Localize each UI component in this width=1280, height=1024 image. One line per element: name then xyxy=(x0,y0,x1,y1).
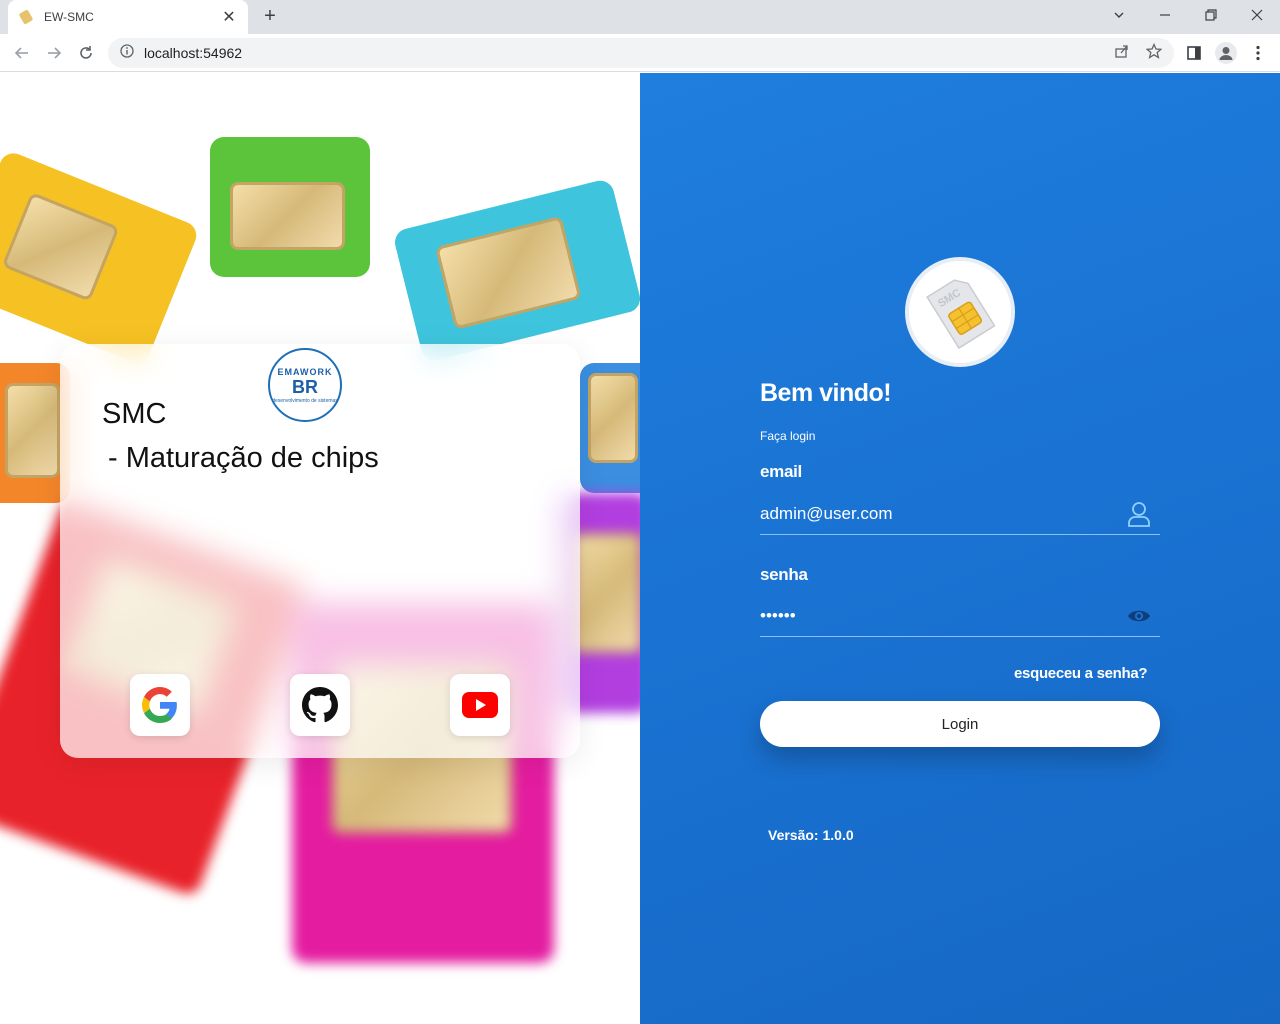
share-icon[interactable] xyxy=(1112,41,1132,61)
login-button[interactable]: Login xyxy=(760,701,1160,747)
reload-icon[interactable] xyxy=(72,39,100,67)
sim-favicon-icon xyxy=(18,9,34,25)
restore-icon[interactable] xyxy=(1188,0,1234,30)
intro-card: EMAWORK BR desenvolvimento de sistemas S… xyxy=(60,344,580,758)
bookmark-star-icon[interactable] xyxy=(1144,41,1164,61)
welcome-heading: Bem vindo! xyxy=(760,379,892,407)
user-icon xyxy=(1126,501,1152,527)
site-info-icon[interactable] xyxy=(120,43,134,63)
back-icon[interactable] xyxy=(8,39,36,67)
minimize-icon[interactable] xyxy=(1142,0,1188,30)
github-icon xyxy=(302,687,338,723)
version-text: Versão: 1.0.0 xyxy=(768,827,854,843)
url-text[interactable]: localhost:54962 xyxy=(144,45,242,61)
sim-card-icon: SMC xyxy=(926,279,996,350)
app-title: SMC - Maturação de chips xyxy=(102,392,379,480)
forgot-password-link[interactable]: esqueceu a senha? xyxy=(1014,665,1148,682)
youtube-button[interactable] xyxy=(450,674,510,736)
tab-search-icon[interactable] xyxy=(1096,0,1142,30)
tab-title: EW-SMC xyxy=(44,10,94,24)
menu-kebab-icon[interactable] xyxy=(1246,41,1270,65)
browser-toolbar: localhost:54962 xyxy=(0,34,1280,72)
google-button[interactable] xyxy=(130,674,190,736)
app-title-line1: SMC xyxy=(102,398,167,430)
password-field[interactable] xyxy=(760,601,1120,631)
email-field[interactable] xyxy=(760,499,1120,529)
youtube-icon xyxy=(462,692,498,718)
password-label: senha xyxy=(760,565,808,584)
new-tab-button[interactable]: + xyxy=(258,4,282,28)
close-tab-icon[interactable]: ✕ xyxy=(220,7,238,27)
browser-titlebar: EW-SMC ✕ + xyxy=(0,0,1280,34)
login-panel: SMC Bem vindo! Faça login email senha es… xyxy=(640,73,1280,1024)
email-field-wrapper xyxy=(760,495,1160,535)
left-panel: EMAWORK BR desenvolvimento de sistemas S… xyxy=(0,73,640,1024)
password-field-wrapper xyxy=(760,597,1160,637)
profile-avatar-icon[interactable] xyxy=(1214,41,1238,65)
eye-icon[interactable] xyxy=(1126,603,1152,629)
email-label: email xyxy=(760,462,802,481)
login-subtitle: Faça login xyxy=(760,429,816,443)
browser-tab[interactable]: EW-SMC ✕ xyxy=(8,0,248,34)
address-bar[interactable]: localhost:54962 xyxy=(108,38,1174,68)
sim-logo-avatar: SMC xyxy=(905,257,1015,367)
github-button[interactable] xyxy=(290,674,350,736)
forward-icon[interactable] xyxy=(40,39,68,67)
app-title-line2: - Maturação de chips xyxy=(108,442,379,474)
close-window-icon[interactable] xyxy=(1234,0,1280,30)
google-icon xyxy=(142,687,177,723)
side-panel-icon[interactable] xyxy=(1182,41,1206,65)
